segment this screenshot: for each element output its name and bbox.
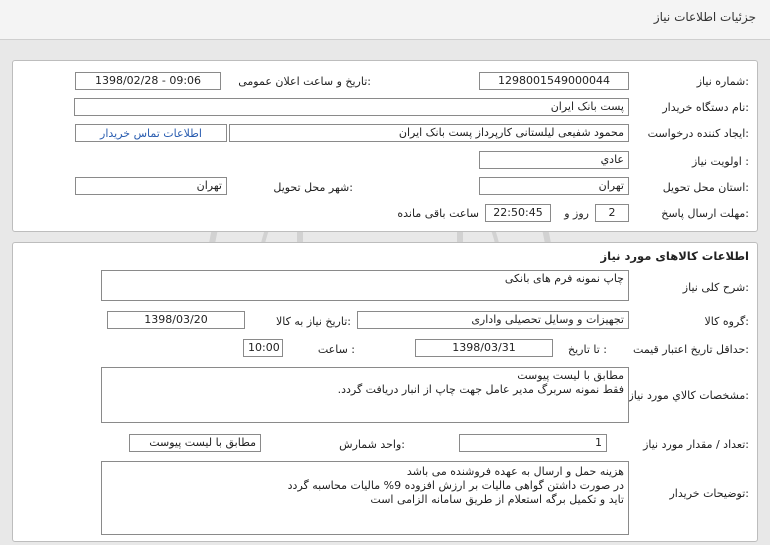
contact-buyer-link[interactable]: اطلاعات تماس خریدار	[75, 124, 227, 142]
group-label: گروه کالا:	[704, 315, 749, 328]
creator-field: محمود شفیعی لیلستانی کارپرداز پست بانک ا…	[229, 124, 629, 142]
unit-label: واحد شمارش:	[339, 438, 405, 451]
notes-line-3: تاید و تکمیل برگه استعلام از طریق سامانه…	[370, 493, 624, 506]
deadline-days-field: 2	[595, 204, 629, 222]
creator-label: ایجاد کننده درخواست:	[647, 127, 749, 140]
specs-label: مشخصات کالاي مورد نیاز:	[628, 389, 749, 402]
until-date-field: 1398/03/31	[415, 339, 553, 357]
need-number-label: شماره نیاز:	[696, 75, 749, 88]
time-label: ساعت :	[317, 343, 355, 356]
buyer-notes-field: هزینه حمل و ارسال به عهده فروشنده می باش…	[101, 461, 629, 535]
page-header: جزئیات اطلاعات نیاز	[0, 0, 770, 40]
time-field: 10:00	[243, 339, 283, 357]
specs-line-1: مطابق با لیست پیوست	[517, 369, 624, 382]
city-field: تهران	[75, 177, 227, 195]
announce-label: تاریخ و ساعت اعلان عمومی:	[238, 75, 371, 88]
unit-field: مطابق با لیست پیوست	[129, 434, 261, 452]
priority-label: اولویت نیاز :	[691, 155, 749, 168]
province-label: استان محل تحویل:	[662, 181, 749, 194]
deadline-label: مهلت ارسال پاسخ:	[661, 207, 749, 220]
buyer-label: نام دستگاه خریدار:	[662, 101, 749, 114]
need-date-field: 1398/03/20	[107, 311, 245, 329]
until-date-label: تا تاریخ :	[568, 343, 607, 356]
validity-label: حداقل تاریخ اعتبار قیمت:	[633, 343, 749, 356]
specs-line-2: فقط نمونه سربرگ مدیر عامل جهت چاپ از انب…	[337, 383, 624, 396]
city-label: شهر محل تحویل:	[273, 181, 353, 194]
notes-line-2: در صورت داشتن گواهی مالیات بر ارزش افزود…	[287, 479, 624, 492]
goods-section-title: اطلاعات کالاهای مورد نیاز	[600, 249, 749, 263]
announce-field: 1398/02/28 - 09:06	[75, 72, 221, 90]
priority-field: عادي	[479, 151, 629, 169]
group-field: تجهیزات و وسایل تحصیلی واداری	[357, 311, 629, 329]
description-field: چاپ نمونه فرم های بانکی	[101, 270, 629, 301]
need-info-panel: شماره نیاز: 1298001549000044 تاریخ و ساع…	[12, 60, 758, 232]
quantity-label: تعداد / مقدار مورد نیاز:	[643, 438, 749, 451]
need-number-field: 1298001549000044	[479, 72, 629, 90]
remaining-text: ساعت باقی مانده	[397, 207, 479, 220]
buyer-notes-label: توضیحات خریدار:	[669, 487, 750, 500]
province-field: تهران	[479, 177, 629, 195]
deadline-time-field: 22:50:45	[485, 204, 551, 222]
description-label: شرح کلی نیاز:	[682, 281, 749, 294]
page-title: جزئیات اطلاعات نیاز	[653, 10, 756, 24]
notes-line-1: هزینه حمل و ارسال به عهده فروشنده می باش…	[406, 465, 624, 478]
buyer-field: پست بانک ایران	[74, 98, 629, 116]
quantity-field: 1	[459, 434, 607, 452]
goods-info-panel: اطلاعات کالاهای مورد نیاز شرح کلی نیاز: …	[12, 242, 758, 542]
days-word: روز و	[564, 207, 589, 220]
specs-field: مطابق با لیست پیوست فقط نمونه سربرگ مدیر…	[101, 367, 629, 423]
need-date-label: تاریخ نیاز به کالا:	[276, 315, 351, 328]
